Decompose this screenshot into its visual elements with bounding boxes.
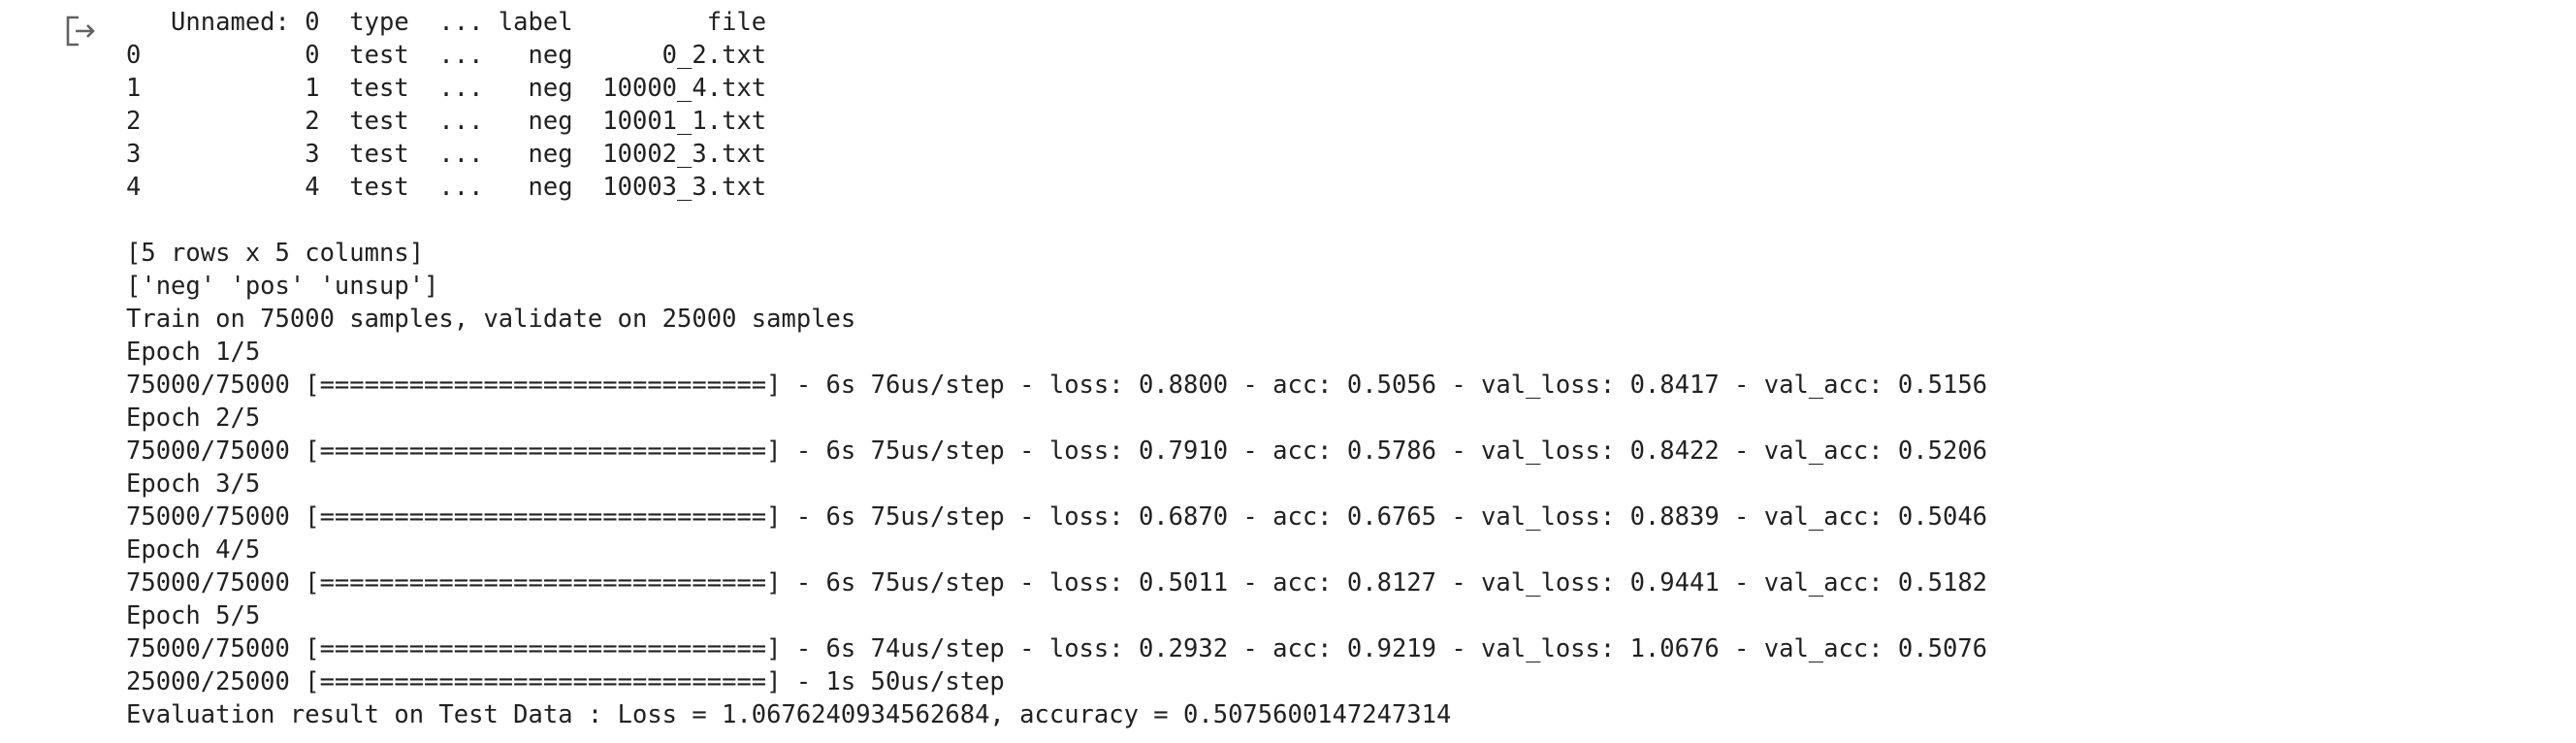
df-row-line: 4 4 test ... neg 10003_3.txt — [126, 173, 767, 202]
df-row-line: 0 0 test ... neg 0_2.txt — [126, 41, 767, 70]
labels-line: ['neg' 'pos' 'unsup'] — [126, 272, 439, 301]
epoch-progress-line: 75000/75000 [===========================… — [126, 502, 1988, 532]
epoch-progress-line: 75000/75000 [===========================… — [126, 568, 1988, 598]
train-info-line: Train on 75000 samples, validate on 2500… — [126, 305, 856, 334]
epoch-label: Epoch 2/5 — [126, 404, 261, 433]
epoch-progress-line: 75000/75000 [===========================… — [126, 634, 1988, 663]
notebook-output-cell: Unnamed: 0 type ... label file 0 0 test .… — [0, 0, 2576, 743]
epoch-label: Epoch 4/5 — [126, 535, 261, 565]
df-row-line: 1 1 test ... neg 10000_4.txt — [126, 74, 767, 103]
epoch-progress-line: 75000/75000 [===========================… — [126, 371, 1988, 400]
epoch-label: Epoch 1/5 — [126, 338, 261, 367]
epoch-progress-line: 75000/75000 [===========================… — [126, 436, 1988, 466]
df-row-line: 2 2 test ... neg 10001_1.txt — [126, 107, 767, 136]
evaluation-progress-line: 25000/25000 [===========================… — [126, 667, 1005, 696]
evaluation-result-line: Evaluation result on Test Data : Loss = … — [126, 700, 1452, 729]
df-header-line: Unnamed: 0 type ... label file — [126, 8, 767, 37]
output-redirect-icon[interactable] — [64, 14, 99, 48]
output-text: Unnamed: 0 type ... label file 0 0 test .… — [126, 6, 1987, 731]
df-shape-line: [5 rows x 5 columns] — [126, 239, 425, 268]
epoch-label: Epoch 5/5 — [126, 601, 261, 630]
df-row-line: 3 3 test ... neg 10002_3.txt — [126, 140, 767, 169]
epoch-label: Epoch 3/5 — [126, 469, 261, 499]
